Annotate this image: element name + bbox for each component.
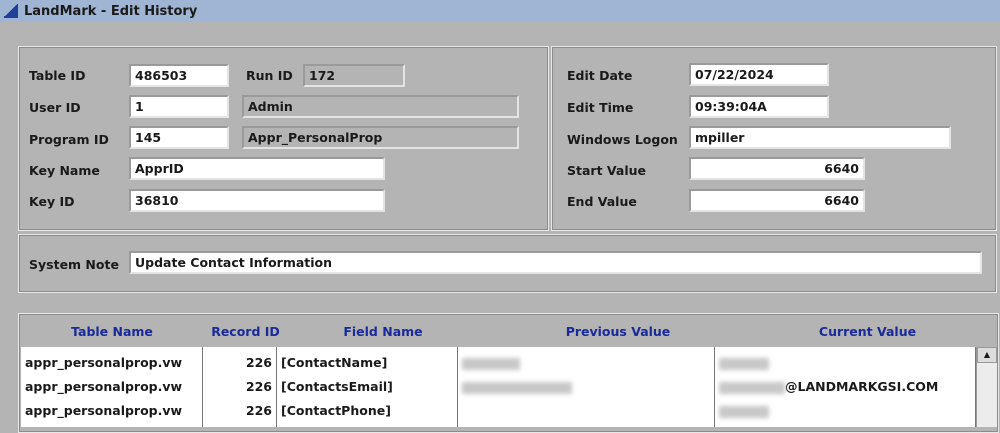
edit-date-field[interactable]: 07/22/2024 <box>689 63 829 86</box>
window-title: LandMark - Edit History <box>24 3 198 19</box>
system-note-label: System Note <box>29 257 119 272</box>
run-id-label: Run ID <box>246 68 293 83</box>
end-value-label: End Value <box>567 194 637 209</box>
windows-logon-label: Windows Logon <box>567 132 678 147</box>
title-bar: LandMark - Edit History <box>0 0 1000 22</box>
windows-logon-field[interactable]: mpiller <box>689 126 951 149</box>
vertical-scrollbar[interactable]: ▲ <box>976 347 997 427</box>
record-id-cell[interactable]: 226 <box>207 375 272 399</box>
edit-date-label: Edit Date <box>567 68 633 83</box>
header-current-value[interactable]: Current Value <box>715 324 1000 339</box>
record-id-column[interactable]: 226 226 226 <box>203 347 277 427</box>
user-name-field: Admin <box>242 95 519 118</box>
table-row[interactable]: appr_personalprop.vw <box>25 399 198 423</box>
system-note-field[interactable]: Update Contact Information <box>129 251 982 274</box>
start-value-field[interactable]: 6640 <box>689 157 865 180</box>
redacted-value <box>719 405 769 418</box>
landmark-logo-icon <box>4 4 18 18</box>
header-record-id[interactable]: Record ID <box>203 324 288 339</box>
redacted-value <box>719 381 785 394</box>
header-table-name[interactable]: Table Name <box>22 324 202 339</box>
table-row[interactable]: appr_personalprop.vw <box>25 375 198 399</box>
user-id-field[interactable]: 1 <box>129 95 229 118</box>
field-name-cell[interactable]: [ContactsEmail] <box>281 375 453 399</box>
header-field-name[interactable]: Field Name <box>288 324 478 339</box>
program-id-label: Program ID <box>29 132 109 147</box>
current-value-cell[interactable]: @LANDMARKGSI.COM <box>785 379 938 394</box>
current-value-column[interactable]: @LANDMARKGSI.COM <box>715 347 976 427</box>
field-name-cell[interactable]: [ContactPhone] <box>281 399 453 423</box>
user-id-label: User ID <box>29 100 81 115</box>
key-name-field[interactable]: ApprID <box>129 157 385 180</box>
previous-value-column[interactable] <box>458 347 715 427</box>
redacted-value <box>719 357 769 370</box>
scroll-up-arrow-icon[interactable]: ▲ <box>977 347 997 363</box>
table-name-column[interactable]: appr_personalprop.vw appr_personalprop.v… <box>21 347 203 427</box>
redacted-value <box>462 381 572 394</box>
field-name-cell[interactable]: [ContactName] <box>281 351 453 375</box>
end-value-field[interactable]: 6640 <box>689 189 865 212</box>
key-id-label: Key ID <box>29 194 75 209</box>
table-id-label: Table ID <box>29 68 86 83</box>
program-id-field[interactable]: 145 <box>129 126 229 149</box>
run-id-field: 172 <box>303 64 405 87</box>
record-id-cell[interactable]: 226 <box>207 399 272 423</box>
redacted-value <box>462 357 520 370</box>
start-value-label: Start Value <box>567 163 646 178</box>
program-name-field: Appr_PersonalProp <box>242 126 519 149</box>
key-name-label: Key Name <box>29 163 100 178</box>
field-name-column[interactable]: [ContactName] [ContactsEmail] [ContactPh… <box>277 347 458 427</box>
table-id-field[interactable]: 486503 <box>129 64 229 87</box>
table-row[interactable]: appr_personalprop.vw <box>25 351 198 375</box>
key-id-field[interactable]: 36810 <box>129 189 385 212</box>
edit-time-field[interactable]: 09:39:04A <box>689 95 829 118</box>
edit-time-label: Edit Time <box>567 100 634 115</box>
record-id-cell[interactable]: 226 <box>207 351 272 375</box>
